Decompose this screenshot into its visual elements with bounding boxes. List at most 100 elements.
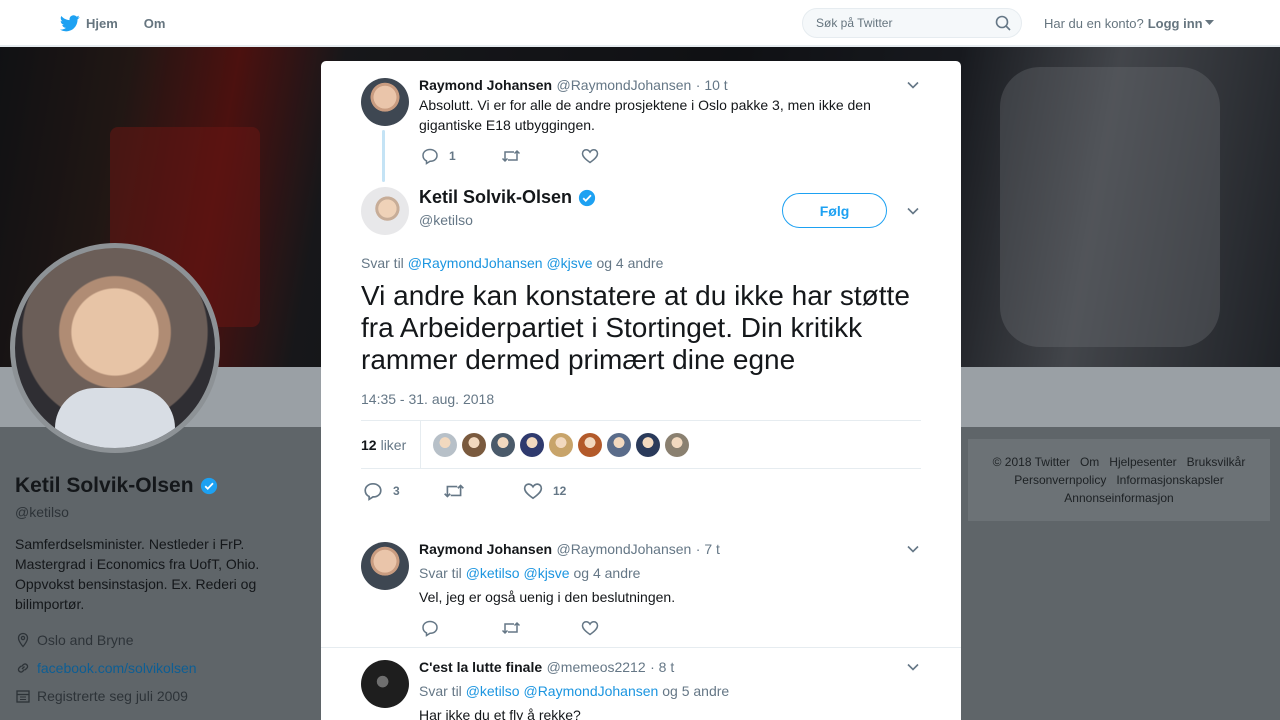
reply-suffix[interactable]: og 5 andre (662, 683, 729, 699)
reply-count: 1 (449, 149, 456, 163)
retweet-button[interactable] (501, 619, 581, 637)
liker-avatar[interactable] (520, 432, 545, 457)
liker-avatar[interactable] (578, 432, 603, 457)
tweet-divider (321, 647, 961, 648)
reply-button[interactable]: 3 (363, 481, 443, 501)
tweet-time[interactable]: · 10 t (696, 77, 728, 93)
liker-avatar[interactable] (491, 432, 516, 457)
footer-link-privacy[interactable]: Personvernpolicy (1014, 473, 1106, 487)
search-input[interactable] (816, 16, 995, 30)
retweet-icon (501, 149, 521, 163)
profile-avatar[interactable] (10, 243, 220, 453)
profile-name[interactable]: Ketil Solvik-Olsen (15, 474, 275, 498)
profile-name-text: Ketil Solvik-Olsen (15, 474, 194, 497)
likes-stat-count: 12 (361, 436, 377, 453)
tweet-author-name[interactable]: C'est la lutte finale (419, 659, 542, 675)
reply-button[interactable] (421, 619, 501, 637)
account-area: Har du en konto? Logg inn (1044, 0, 1214, 46)
likes-stat-label: liker (380, 436, 407, 453)
liker-avatar[interactable] (665, 432, 690, 457)
mention-link[interactable]: @ketilso (466, 565, 520, 581)
tweet-modal: Raymond Johansen @RaymondJohansen · 10 t… (321, 61, 961, 720)
tweet-header: Raymond Johansen @RaymondJohansen · 10 t (419, 77, 728, 95)
search-icon[interactable] (995, 15, 1011, 31)
chevron-down-icon[interactable] (906, 542, 920, 556)
like-button[interactable]: 12 (523, 481, 566, 501)
profile-handle[interactable]: @ketilso (15, 504, 275, 520)
likes-stat[interactable]: 12 liker (361, 420, 422, 469)
retweet-button[interactable] (443, 481, 523, 501)
liker-avatar[interactable] (433, 432, 458, 457)
login-label: Logg inn (1147, 15, 1203, 31)
close-icon[interactable] (1234, 12, 1258, 36)
tweet-header: Raymond Johansen @RaymondJohansen · 7 t (419, 541, 720, 559)
footer-link-terms[interactable]: Bruksvilkår (1187, 455, 1246, 469)
tweet-author-name[interactable]: Raymond Johansen (419, 541, 552, 557)
profile-location: Oslo and Bryne (15, 630, 275, 650)
account-prompt: Har du en konto? (1044, 15, 1144, 31)
footer-link-about[interactable]: Om (1080, 455, 1099, 469)
main-author-name[interactable]: Ketil Solvik-Olsen (419, 187, 596, 208)
main-tweet-text: Vi andre kan konstatere at du ikke har s… (361, 280, 910, 375)
tweet-actions (421, 619, 599, 637)
chevron-down-icon[interactable] (906, 78, 920, 92)
liker-avatar[interactable] (462, 432, 487, 457)
likers-avatars (433, 432, 694, 457)
login-button[interactable]: Logg inn (1148, 16, 1214, 31)
heart-icon (523, 483, 543, 500)
reply-suffix[interactable]: og 4 andre (573, 565, 640, 581)
main-author-handle[interactable]: @ketilso (419, 212, 596, 228)
avatar[interactable] (361, 78, 409, 126)
retweet-button[interactable] (501, 147, 581, 165)
profile-joined-text: Registrerte seg juli 2009 (37, 688, 188, 704)
tweet-time[interactable]: · 8 t (650, 659, 674, 675)
avatar[interactable] (361, 660, 409, 708)
tweet-author-handle[interactable]: @memeos2212 (547, 659, 646, 675)
reply-context: Svar til @ketilso @RaymondJohansen og 5 … (419, 683, 729, 699)
footer-link-cookies[interactable]: Informasjonskapsler (1116, 473, 1223, 487)
footer-link-help[interactable]: Hjelpesenter (1109, 455, 1176, 469)
link-icon (17, 663, 29, 673)
profile-joined: Registrerte seg juli 2009 (15, 686, 275, 706)
tweet-time[interactable]: · 7 t (696, 541, 720, 557)
nav-home[interactable]: Hjem (60, 14, 118, 32)
tweet-author-handle[interactable]: @RaymondJohansen (556, 77, 691, 93)
like-button[interactable] (581, 619, 599, 637)
like-button[interactable] (581, 147, 599, 165)
chevron-down-icon[interactable] (906, 204, 920, 218)
avatar[interactable] (361, 187, 409, 235)
location-pin-icon (17, 632, 29, 648)
nav-about-label: Om (143, 15, 166, 31)
reply-count: 3 (393, 484, 400, 498)
reply-suffix[interactable]: og 4 andre (596, 255, 663, 271)
reply-prefix: Svar til (419, 683, 462, 699)
profile-link-url[interactable]: facebook.com/solvikolsen (37, 660, 197, 676)
tweet-author-name[interactable]: Raymond Johansen (419, 77, 552, 93)
reply-button[interactable]: 1 (421, 147, 501, 165)
nav-about[interactable]: Om (144, 16, 166, 31)
nav-left: Hjem Om (60, 0, 191, 46)
tweet-author-handle[interactable]: @RaymondJohansen (556, 541, 691, 557)
follow-button[interactable]: Følg (782, 193, 887, 228)
reply-icon (422, 620, 438, 637)
chevron-down-icon[interactable] (906, 660, 920, 674)
mention-link[interactable]: @RaymondJohansen (523, 683, 658, 699)
reply-icon (422, 148, 438, 165)
liker-avatar[interactable] (549, 432, 574, 457)
nav-home-label: Hjem (86, 15, 118, 31)
avatar[interactable] (361, 542, 409, 590)
reply-context: Svar til @RaymondJohansen @kjsve og 4 an… (361, 255, 663, 271)
footer-link-ads[interactable]: Annonseinformasjon (1064, 491, 1173, 505)
liker-avatar[interactable] (636, 432, 661, 457)
retweet-icon (501, 621, 521, 635)
mention-link[interactable]: @RaymondJohansen (408, 255, 543, 271)
main-author-name-text: Ketil Solvik-Olsen (419, 187, 573, 207)
mention-link[interactable]: @ketilso (466, 683, 520, 699)
main-tweet-timestamp[interactable]: 14:35 - 31. aug. 2018 (361, 391, 494, 407)
mention-link[interactable]: @kjsve (523, 565, 569, 581)
profile-card: Ketil Solvik-Olsen @ketilso Samferdselsm… (15, 474, 275, 706)
liker-avatar[interactable] (607, 432, 632, 457)
tweet-text: Absolutt. Vi er for alle de andre prosje… (419, 97, 871, 133)
reply-prefix: Svar til (361, 255, 404, 271)
mention-link[interactable]: @kjsve (546, 255, 592, 271)
